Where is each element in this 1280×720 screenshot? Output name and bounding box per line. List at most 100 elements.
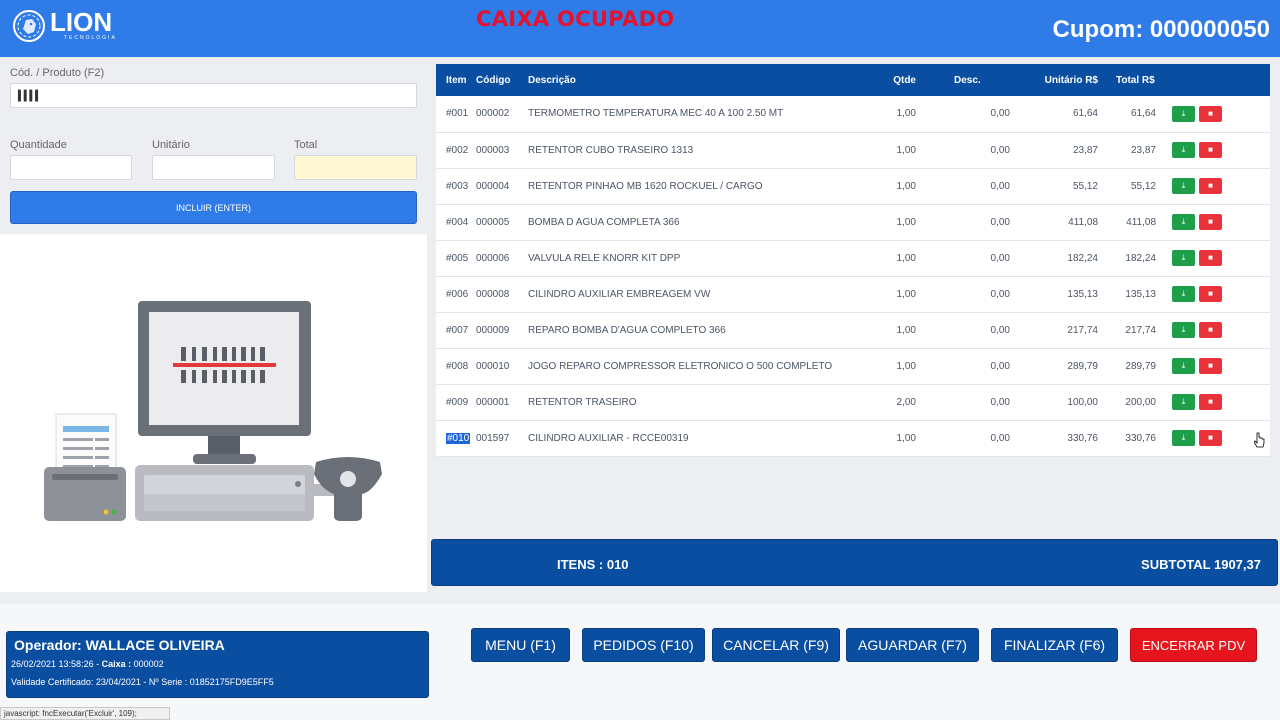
- pedidos-button[interactable]: PEDIDOS (F10): [582, 628, 705, 662]
- cell-desc: 0,00: [990, 216, 1010, 228]
- cell-qtde: 1,00: [896, 216, 916, 228]
- item-number: #004: [446, 216, 469, 228]
- cell-qtde: 1,00: [896, 360, 916, 372]
- finalizar-button[interactable]: FINALIZAR (F6): [991, 628, 1118, 662]
- download-icon[interactable]: ⤓: [1172, 430, 1195, 446]
- table-row[interactable]: #005 000006 VALVULA RELE KNORR KIT DPP 1,00…: [436, 240, 1270, 276]
- barcode-icon: ▍▍▍▍: [18, 91, 43, 102]
- cell-qtde: 1,00: [896, 108, 916, 120]
- cell-qtde: 2,00: [896, 396, 916, 408]
- unit-price-input[interactable]: [152, 155, 275, 180]
- cell-descricao: CILINDRO AUXILIAR EMBREAGEM VW: [528, 288, 711, 300]
- aguardar-button[interactable]: AGUARDAR (F7): [846, 628, 979, 662]
- table-header-row: Item Código Descrição Qtde Desc. Unitári…: [436, 64, 1270, 96]
- quantity-label: Quantidade: [10, 139, 67, 151]
- pos-terminal-illustration: [44, 301, 382, 521]
- cell-desc: 0,00: [990, 432, 1010, 444]
- table-row[interactable]: #003 000004 RETENTOR PINHAO MB 1620 ROCKUE…: [436, 168, 1270, 204]
- cell-actions: ⤓ ■: [1156, 384, 1270, 420]
- menu-button[interactable]: MENU (F1): [471, 628, 570, 662]
- cell-total: 330,76: [1125, 432, 1156, 444]
- session-datetime: 26/02/2021 13:58:26: [11, 659, 94, 669]
- cell-qtde: 1,00: [896, 180, 916, 192]
- download-icon[interactable]: ⤓: [1172, 286, 1195, 302]
- table-row[interactable]: #002 000003 RETENTOR CUBO TRASEIRO 1313 1,0…: [436, 132, 1270, 168]
- cell-codigo: 000009: [476, 324, 510, 336]
- cell-desc: 0,00: [990, 324, 1010, 336]
- trash-icon[interactable]: ■: [1199, 322, 1222, 338]
- lion-logo: LION TECNOLOGIA: [12, 9, 117, 43]
- cell-total: 23,87: [1130, 144, 1156, 156]
- cell-descricao: RETENTOR CUBO TRASEIRO 1313: [528, 144, 694, 156]
- download-icon[interactable]: ⤓: [1172, 214, 1195, 230]
- cell-desc: 0,00: [990, 180, 1010, 192]
- cell-actions: ⤓ ■: [1156, 168, 1270, 204]
- include-button[interactable]: INCLUIR (ENTER): [10, 191, 417, 224]
- cell-qtde: 1,00: [896, 252, 916, 264]
- cell-total: 200,00: [1125, 396, 1156, 408]
- cell-item: #009: [436, 384, 476, 420]
- trash-icon[interactable]: ■: [1199, 250, 1222, 266]
- subtotal: SUBTOTAL 1907,37: [1141, 557, 1261, 572]
- header-bar: LION TECNOLOGIA CAIXA OCUPADO Cupom: 000…: [0, 0, 1280, 57]
- cell-codigo: 000008: [476, 288, 510, 300]
- header-qtde: Qtde: [893, 74, 916, 86]
- header-item: Item: [446, 74, 467, 86]
- cell-desc: 0,00: [990, 108, 1010, 120]
- summary-bar: ITENS : 010 SUBTOTAL 1907,37: [431, 539, 1278, 586]
- trash-icon[interactable]: ■: [1199, 394, 1222, 410]
- trash-icon[interactable]: ■: [1199, 214, 1222, 230]
- operator-name: Operador: WALLACE OLIVEIRA: [14, 637, 225, 653]
- quantity-input[interactable]: [10, 155, 132, 180]
- caixa-label: Caixa :: [101, 659, 132, 669]
- cell-item: #005: [436, 240, 476, 276]
- download-icon[interactable]: ⤓: [1172, 394, 1195, 410]
- cell-unitario: 182,24: [1067, 252, 1098, 264]
- table-row[interactable]: #004 000005 BOMBA D AGUA COMPLETA 366 1,00 0…: [436, 204, 1270, 240]
- trash-icon[interactable]: ■: [1199, 105, 1222, 122]
- table-row[interactable]: #010 001597 CILINDRO AUXILIAR - RCCE00319 1…: [436, 420, 1270, 456]
- cell-desc: 0,00: [990, 396, 1010, 408]
- download-icon[interactable]: ⤓: [1172, 105, 1195, 122]
- cell-total: 135,13: [1125, 288, 1156, 300]
- product-code-label: Cód. / Produto (F2): [10, 67, 105, 79]
- cancelar-button[interactable]: CANCELAR (F9): [712, 628, 840, 662]
- download-icon[interactable]: ⤓: [1172, 250, 1195, 266]
- table-row[interactable]: #001 000002 TERMOMETRO TEMPERATURA MEC 40 …: [436, 96, 1270, 132]
- download-icon[interactable]: ⤓: [1172, 142, 1195, 158]
- cell-desc: 0,00: [990, 288, 1010, 300]
- items-count: ITENS : 010: [557, 557, 629, 572]
- cell-descricao: JOGO REPARO COMPRESSOR ELETRONICO O 500 …: [528, 360, 833, 372]
- cell-item: #008: [436, 348, 476, 384]
- table-row[interactable]: #008 000010 JOGO REPARO COMPRESSOR ELETRON…: [436, 348, 1270, 384]
- cell-descricao: RETENTOR PINHAO MB 1620 ROCKUEL / CARGO: [528, 180, 763, 192]
- cell-descricao: BOMBA D AGUA COMPLETA 366: [528, 216, 680, 228]
- cell-qtde: 1,00: [896, 324, 916, 336]
- download-icon[interactable]: ⤓: [1172, 178, 1195, 194]
- download-icon[interactable]: ⤓: [1172, 322, 1195, 338]
- cell-desc: 0,00: [990, 252, 1010, 264]
- trash-icon[interactable]: ■: [1199, 178, 1222, 194]
- table-row[interactable]: #009 000001 RETENTOR TRASEIRO 2,00 0,00 100,0…: [436, 384, 1270, 420]
- encerrar-pdv-button[interactable]: ENCERRAR PDV: [1130, 628, 1257, 662]
- cell-unitario: 289,79: [1067, 360, 1098, 372]
- trash-icon[interactable]: ■: [1199, 286, 1222, 302]
- product-code-input[interactable]: ▍▍▍▍: [10, 83, 417, 108]
- cell-codigo: 000006: [476, 252, 510, 264]
- trash-icon[interactable]: ■: [1199, 142, 1222, 158]
- cell-unitario: 100,00: [1067, 396, 1098, 408]
- trash-icon[interactable]: ■: [1199, 430, 1222, 446]
- trash-icon[interactable]: ■: [1199, 358, 1222, 374]
- cell-qtde: 1,00: [896, 288, 916, 300]
- cell-total: 61,64: [1130, 108, 1156, 120]
- table-row[interactable]: #006 000008 CILINDRO AUXILIAR EMBREAGEM VW…: [436, 276, 1270, 312]
- certificate-info: Validade Certificado: 23/04/2021 - Nº Se…: [11, 677, 274, 687]
- cell-actions: ⤓ ■: [1156, 312, 1270, 348]
- cell-total: 411,08: [1126, 216, 1156, 228]
- cell-total: 289,79: [1125, 360, 1156, 372]
- table-row[interactable]: #007 000009 REPARO BOMBA D'AGUA COMPLETO 3…: [436, 312, 1270, 348]
- item-number: #005: [446, 252, 469, 264]
- item-number: #001: [446, 108, 469, 120]
- cell-item: #007: [436, 312, 476, 348]
- download-icon[interactable]: ⤓: [1172, 358, 1195, 374]
